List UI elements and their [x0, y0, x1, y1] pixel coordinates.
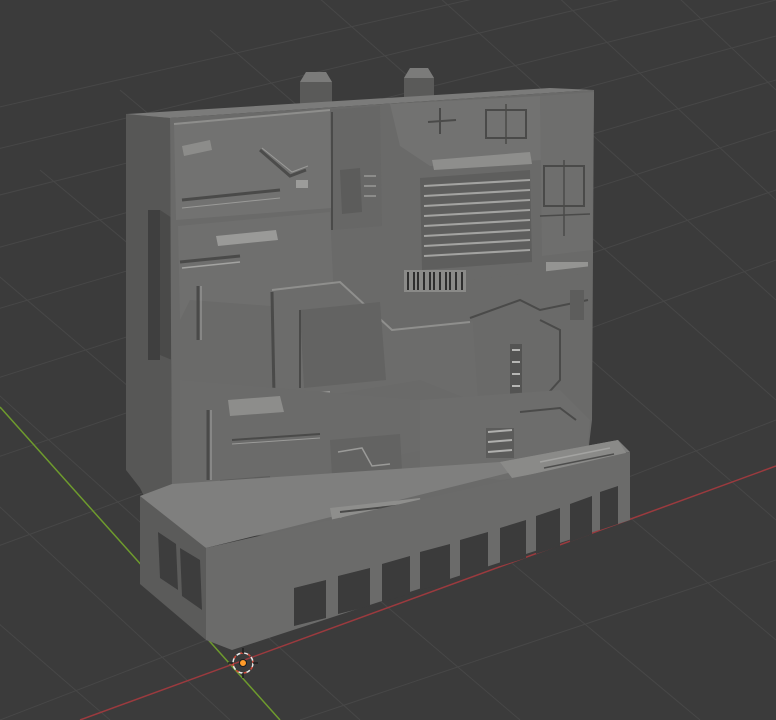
vent-grille [420, 170, 532, 270]
top-knob-left [300, 72, 332, 104]
panel-upper-left [173, 109, 332, 220]
wall-side-slot [148, 210, 160, 360]
3d-viewport[interactable] [0, 0, 776, 720]
object-origin-dot [239, 659, 247, 667]
top-knob-right [404, 68, 434, 98]
wall-side-slot-inner [160, 210, 172, 360]
viewport-canvas[interactable] [0, 0, 776, 720]
barcode-strip [404, 270, 466, 292]
panel-upper-center [330, 106, 382, 230]
